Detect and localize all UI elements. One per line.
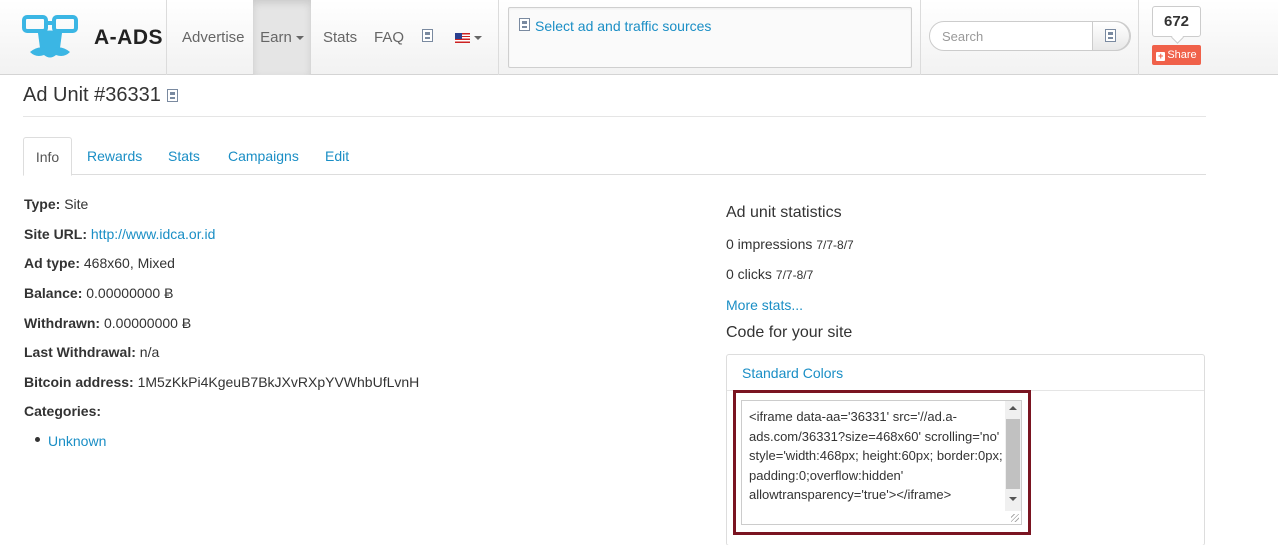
category-link[interactable]: Unknown (48, 433, 106, 449)
qr-code-icon[interactable] (166, 89, 178, 102)
info-ad-type-label: Ad type: (24, 255, 80, 271)
glasses-mustache-logo-icon (22, 15, 78, 58)
code-heading: Code for your site (726, 324, 853, 341)
info-type: Type: Site (24, 196, 88, 212)
info-withdrawn: Withdrawn: 0.00000000 Ƀ (24, 315, 191, 331)
stats-heading: Ad unit statistics (726, 204, 842, 221)
impressions-text: 0 impressions (726, 236, 813, 252)
share-counter: 672 (1152, 6, 1201, 37)
embed-code-text: <iframe data-aa='36331' src='//ad.a-ads.… (749, 409, 1003, 502)
caret-down-icon (295, 36, 304, 41)
site-url-link[interactable]: http://www.idca.or.id (91, 226, 216, 242)
code-panel-header: Standard Colors (727, 355, 1204, 391)
list-bullet (35, 437, 40, 442)
caret-down-icon (474, 36, 482, 41)
search-input[interactable] (942, 27, 1092, 45)
language-dropdown[interactable] (455, 0, 482, 75)
tab-bar: Info Rewards Stats Campaigns Edit (23, 137, 1206, 176)
nav-divider (920, 0, 921, 75)
standard-colors-tab[interactable]: Standard Colors (742, 365, 843, 381)
scroll-down-icon[interactable] (1009, 497, 1017, 501)
textarea-scrollbar[interactable] (1005, 401, 1021, 511)
nav-faq[interactable]: FAQ (374, 0, 404, 75)
tab-rewards[interactable]: Rewards (87, 137, 142, 175)
info-bitcoin-address: Bitcoin address: 1M5zKkPi4KgeuB7BkJXvRXp… (24, 374, 419, 390)
info-site-url-label: Site URL: (24, 226, 87, 242)
resize-grip-icon[interactable] (1011, 514, 1019, 522)
nav-advertise[interactable]: Advertise (182, 0, 245, 75)
qr-code-icon (519, 18, 530, 31)
info-bitcoin-address-label: Bitcoin address: (24, 374, 134, 390)
clicks-text: 0 clicks (726, 266, 772, 282)
search-button[interactable] (1092, 21, 1130, 51)
info-balance-value: 0.00000000 Ƀ (86, 285, 174, 301)
nav-earn-label: Earn (260, 29, 292, 46)
nav-qr-button[interactable] (422, 0, 433, 75)
traffic-sources-label: Select ad and traffic sources (535, 18, 712, 34)
info-categories-label: Categories: (24, 403, 102, 419)
info-withdrawn-label: Withdrawn: (24, 315, 101, 331)
nav-divider (166, 0, 167, 75)
info-type-label: Type: (24, 196, 61, 212)
impressions-range: 7/7-8/7 (816, 238, 854, 252)
page-title-text: Ad Unit #36331 (23, 84, 161, 106)
nav-stats[interactable]: Stats (323, 0, 357, 75)
impressions-stat: 0 impressions 7/7-8/7 (726, 236, 854, 252)
clicks-range: 7/7-8/7 (775, 268, 814, 282)
share-label: Share (1167, 49, 1197, 61)
search-box (929, 21, 1131, 51)
plus-icon: + (1156, 51, 1166, 61)
info-ad-type-value: 468x60, Mixed (83, 255, 175, 271)
traffic-sources-selector[interactable]: Select ad and traffic sources (508, 7, 912, 68)
info-balance: Balance: 0.00000000 Ƀ (24, 285, 173, 301)
search-icon (1105, 29, 1116, 42)
share-button[interactable]: + Share (1152, 45, 1201, 65)
scroll-up-icon[interactable] (1009, 406, 1017, 410)
info-type-value: Site (64, 196, 89, 212)
brand-logo[interactable]: A-ADS (20, 8, 170, 63)
tab-edit[interactable]: Edit (325, 137, 349, 175)
top-navbar: A-ADS Advertise Earn Stats FAQ Select ad… (0, 0, 1278, 75)
info-last-withdrawal: Last Withdrawal: n/a (24, 344, 159, 360)
page-title: Ad Unit #36331 (23, 84, 178, 107)
info-last-withdrawal-label: Last Withdrawal: (24, 344, 136, 360)
info-bitcoin-address-value: 1M5zKkPi4KgeuB7BkJXvRXpYVWhbUfLvnH (137, 374, 420, 390)
info-site-url: Site URL: http://www.idca.or.id (24, 226, 215, 242)
qr-code-icon (422, 29, 433, 42)
info-balance-label: Balance: (24, 285, 83, 301)
tab-stats[interactable]: Stats (168, 137, 200, 175)
tab-info[interactable]: Info (23, 137, 72, 176)
info-ad-type: Ad type: 468x60, Mixed (24, 255, 175, 271)
info-withdrawn-value: 0.00000000 Ƀ (103, 315, 192, 331)
scroll-thumb[interactable] (1006, 419, 1020, 489)
brand-name: A-ADS (94, 26, 163, 49)
nav-earn-dropdown[interactable]: Earn (253, 0, 311, 75)
info-categories: Categories: (24, 403, 101, 419)
nav-divider (1138, 0, 1139, 75)
nav-divider (498, 0, 499, 75)
clicks-stat: 0 clicks 7/7-8/7 (726, 266, 813, 282)
tab-campaigns[interactable]: Campaigns (228, 137, 299, 175)
us-flag-icon (455, 33, 470, 44)
info-last-withdrawal-value: n/a (139, 344, 160, 360)
more-stats-link[interactable]: More stats... (726, 297, 803, 313)
embed-code-textarea[interactable]: <iframe data-aa='36331' src='//ad.a-ads.… (741, 400, 1022, 525)
title-divider (23, 116, 1206, 117)
